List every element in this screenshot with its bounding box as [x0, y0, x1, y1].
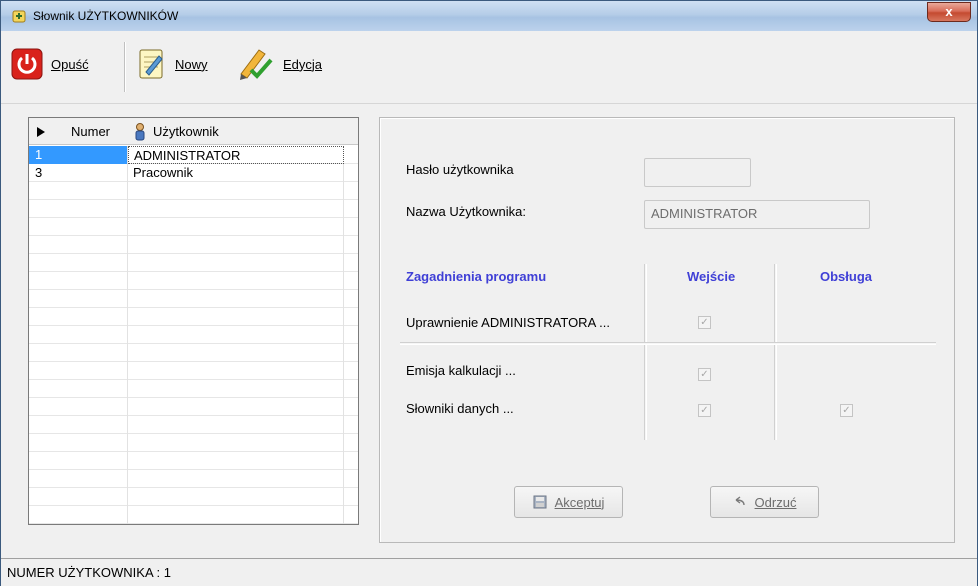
table-row[interactable]: 3 Pracownik — [29, 164, 358, 182]
pencil-check-icon — [240, 49, 273, 80]
entry-header: Wejście — [687, 269, 736, 284]
empty-row — [29, 470, 358, 488]
cell-number: 1 — [29, 146, 128, 164]
row-pointer-icon — [37, 127, 45, 137]
new-button[interactable]: Nowy — [137, 46, 208, 82]
window-title: Słownik UŻYTKOWNIKÓW — [33, 9, 179, 23]
username-label: Nazwa Użytkownika: — [406, 204, 526, 219]
empty-row — [29, 290, 358, 308]
edit-button[interactable]: Edycja — [235, 46, 322, 82]
entry-checkbox[interactable]: ✓ — [698, 368, 711, 381]
empty-row — [29, 452, 358, 470]
service-checkbox[interactable]: ✓ — [840, 404, 853, 417]
permission-label: Emisja kalkulacji ... — [406, 363, 516, 378]
accept-button[interactable]: Akceptuj — [514, 486, 623, 518]
column-header-user[interactable]: Użytkownik — [153, 118, 219, 145]
password-label: Hasło użytkownika — [406, 162, 514, 177]
username-field[interactable]: ADMINISTRATOR — [644, 200, 870, 229]
empty-row — [29, 218, 358, 236]
toolbar-separator — [124, 42, 126, 92]
row-divider — [400, 342, 936, 345]
status-bar: NUMER UŻYTKOWNIKA : 1 — [1, 558, 977, 586]
empty-row — [29, 362, 358, 380]
user-icon — [135, 123, 145, 141]
empty-row — [29, 506, 358, 524]
exit-label: Opuść — [51, 56, 89, 72]
empty-row — [29, 416, 358, 434]
empty-row — [29, 488, 358, 506]
empty-row — [29, 380, 358, 398]
notepad-icon — [139, 49, 163, 79]
undo-icon — [735, 496, 745, 506]
empty-row — [29, 272, 358, 290]
reject-label: Odrzuć — [754, 494, 797, 510]
close-button[interactable]: x — [927, 2, 971, 22]
column-divider — [644, 264, 647, 440]
edit-label: Edycja — [283, 56, 323, 72]
entry-checkbox[interactable]: ✓ — [698, 404, 711, 417]
empty-row — [29, 200, 358, 218]
table-row[interactable]: 1 ADMINISTRATOR — [29, 146, 358, 164]
entry-checkbox[interactable]: ✓ — [698, 316, 711, 329]
cell-user: ADMINISTRATOR — [128, 146, 344, 164]
password-field[interactable] — [644, 158, 751, 187]
empty-row — [29, 434, 358, 452]
new-label: Nowy — [175, 56, 208, 72]
save-icon — [533, 495, 547, 509]
permission-label: Uprawnienie ADMINISTRATORA ... — [406, 315, 610, 330]
service-header: Obsługa — [820, 269, 873, 284]
cell-user: Pracownik — [128, 164, 344, 182]
column-header-number[interactable]: Numer — [71, 118, 110, 145]
permission-label: Słowniki danych ... — [406, 401, 514, 416]
grid-header: Numer Użytkownik — [29, 118, 358, 145]
users-grid[interactable]: Numer Użytkownik 1 ADMINISTRATOR 3 Praco… — [28, 117, 359, 525]
topics-header: Zagadnienia programu — [406, 269, 547, 284]
column-divider — [774, 264, 777, 440]
empty-row — [29, 326, 358, 344]
accept-label: Akceptuj — [554, 494, 605, 510]
reject-button[interactable]: Odrzuć — [710, 486, 819, 518]
app-window: Słownik UŻYTKOWNIKÓW x Opuść Nowy Edycja… — [0, 0, 978, 586]
empty-row — [29, 182, 358, 200]
app-icon — [12, 10, 26, 23]
cell-number: 3 — [29, 164, 128, 182]
exit-button[interactable]: Opuść — [11, 46, 89, 82]
toolbar: Opuść Nowy Edycja — [1, 32, 977, 104]
empty-row — [29, 398, 358, 416]
empty-row — [29, 344, 358, 362]
user-details-panel: Hasło użytkownika Nazwa Użytkownika: ADM… — [379, 117, 955, 543]
power-icon — [11, 48, 43, 80]
status-text: NUMER UŻYTKOWNIKA : 1 — [7, 565, 171, 580]
empty-row — [29, 308, 358, 326]
title-bar: Słownik UŻYTKOWNIKÓW x — [1, 1, 977, 31]
empty-row — [29, 254, 358, 272]
empty-row — [29, 236, 358, 254]
